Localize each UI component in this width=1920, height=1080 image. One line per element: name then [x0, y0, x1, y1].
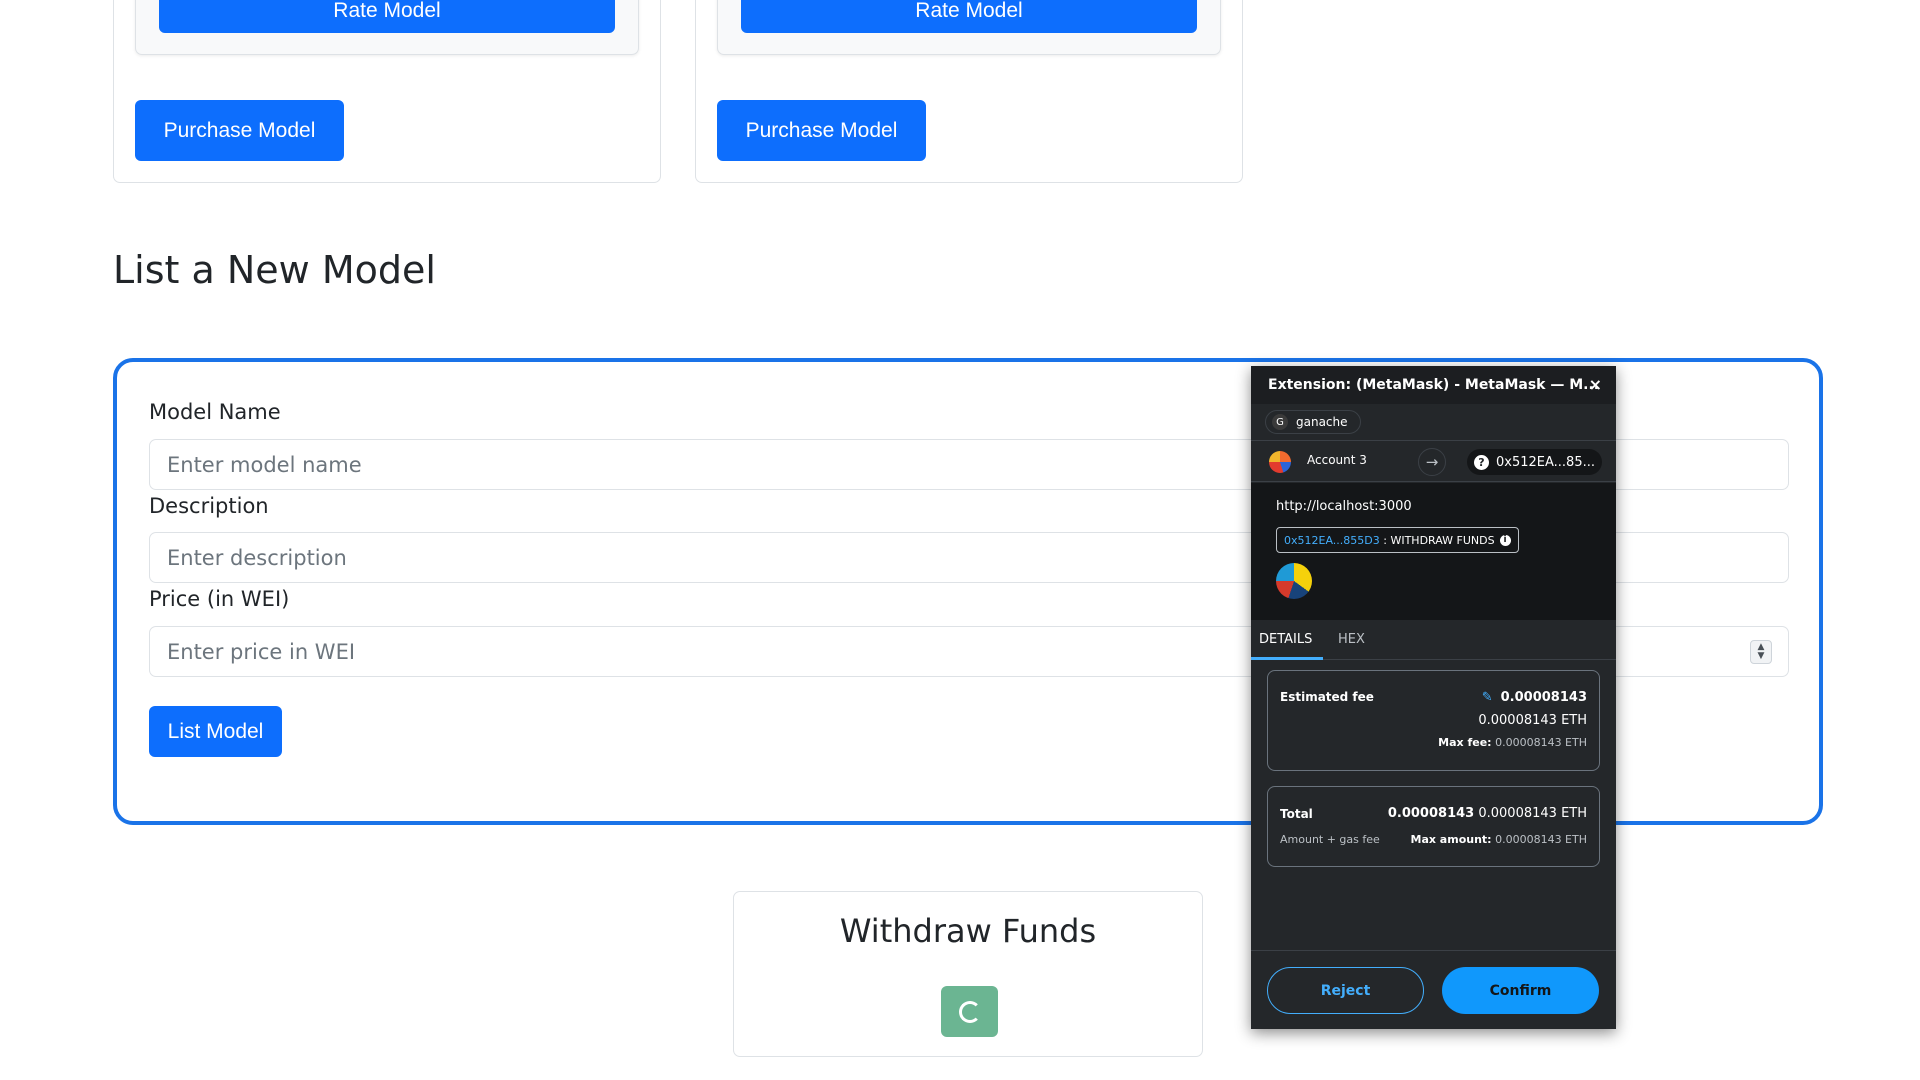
popup-titlebar: Extension: (MetaMask) - MetaMask — M... …	[1251, 366, 1616, 404]
max-fee-label: Max fee:	[1438, 736, 1492, 749]
estimated-fee-primary: ✎ 0.00008143	[1482, 690, 1587, 705]
arrow-right-icon: →	[1418, 448, 1446, 476]
popup-title: Extension: (MetaMask) - MetaMask — M...	[1268, 377, 1600, 393]
active-tab-indicator	[1251, 657, 1323, 660]
rating-box: Rate Model	[717, 0, 1221, 55]
tab-hex[interactable]: HEX	[1338, 632, 1365, 647]
purchase-model-button[interactable]: Purchase Model	[135, 100, 344, 161]
account-row: Account 3 → ? 0x512EA...85...	[1251, 440, 1616, 482]
metamask-popup: Extension: (MetaMask) - MetaMask — M... …	[1251, 366, 1616, 1029]
model-card: Rate Model Purchase Model	[113, 0, 661, 183]
account-name: Account 3	[1307, 453, 1367, 467]
recipient-address-text: 0x512EA...85...	[1496, 454, 1595, 470]
rating-box: Rate Model	[135, 0, 639, 55]
account-avatar	[1269, 451, 1291, 473]
max-amount-value: 0.00008143 ETH	[1495, 833, 1587, 846]
total-label: Total	[1280, 807, 1313, 821]
method-badge: 0x512EA...855D3 : WITHDRAW FUNDS i	[1276, 527, 1519, 553]
confirm-button[interactable]: Confirm	[1442, 967, 1599, 1014]
max-fee-value: 0.00008143 ETH	[1495, 736, 1587, 749]
rate-model-button[interactable]: Rate Model	[741, 0, 1197, 33]
loading-spinner-icon	[958, 1000, 981, 1023]
contract-address[interactable]: 0x512EA...855D3	[1284, 534, 1380, 547]
transaction-origin: http://localhost:3000 0x512EA...855D3 : …	[1251, 483, 1616, 620]
total-value: 0.00008143 0.00008143 ETH	[1388, 806, 1587, 821]
estimated-fee-eth: 0.00008143 ETH	[1478, 713, 1587, 728]
total-eth: 0.00008143 ETH	[1478, 806, 1587, 821]
contract-identicon	[1276, 563, 1312, 599]
model-name-label: Model Name	[149, 400, 281, 424]
purchase-model-button[interactable]: Purchase Model	[717, 100, 926, 161]
number-spinner[interactable]: ▲ ▼	[1750, 640, 1772, 664]
estimated-fee-label: Estimated fee	[1280, 690, 1374, 704]
description-label: Description	[149, 494, 269, 518]
price-label: Price (in WEI)	[149, 587, 290, 611]
max-amount: Max amount: 0.00008143 ETH	[1411, 833, 1587, 846]
question-icon: ?	[1474, 454, 1489, 470]
tab-details[interactable]: DETAILS	[1259, 632, 1312, 647]
total-bold: 0.00008143	[1387, 806, 1475, 821]
origin-url: http://localhost:3000	[1276, 499, 1412, 514]
network-name: ganache	[1296, 415, 1348, 429]
network-pill[interactable]: G ganache	[1265, 410, 1361, 434]
info-icon[interactable]: i	[1499, 534, 1511, 546]
section-title: List a New Model	[113, 248, 436, 292]
popup-footer: Reject Confirm	[1251, 950, 1616, 1029]
price-placeholder: Enter price in WEI	[167, 639, 356, 664]
list-model-button[interactable]: List Model	[149, 706, 282, 757]
tab-bar: DETAILS HEX	[1251, 620, 1616, 660]
method-name: WITHDRAW FUNDS	[1390, 533, 1495, 547]
estimated-fee-box: Estimated fee ✎ 0.00008143 0.00008143 ETH…	[1267, 670, 1600, 771]
withdraw-loading-button[interactable]	[941, 986, 998, 1037]
reject-button[interactable]: Reject	[1267, 967, 1424, 1014]
total-subtext: Amount + gas fee	[1280, 833, 1380, 846]
recipient-address[interactable]: ? 0x512EA...85...	[1467, 449, 1602, 475]
withdraw-card: Withdraw Funds	[733, 891, 1203, 1057]
chevron-down-icon[interactable]: ▼	[1758, 652, 1765, 661]
max-amount-label: Max amount:	[1410, 833, 1492, 846]
withdraw-title: Withdraw Funds	[839, 912, 1097, 950]
method-separator: :	[1379, 533, 1391, 547]
total-box: Total 0.00008143 0.00008143 ETH Amount +…	[1267, 786, 1600, 867]
max-fee: Max fee: 0.00008143 ETH	[1438, 736, 1587, 749]
edit-pencil-icon[interactable]: ✎	[1482, 690, 1493, 705]
model-card: Rate Model Purchase Model	[695, 0, 1243, 183]
close-icon[interactable]: ×	[1589, 375, 1602, 394]
network-icon: G	[1272, 414, 1288, 430]
estimated-fee-value: 0.00008143	[1500, 690, 1587, 705]
rate-model-button[interactable]: Rate Model	[159, 0, 615, 33]
